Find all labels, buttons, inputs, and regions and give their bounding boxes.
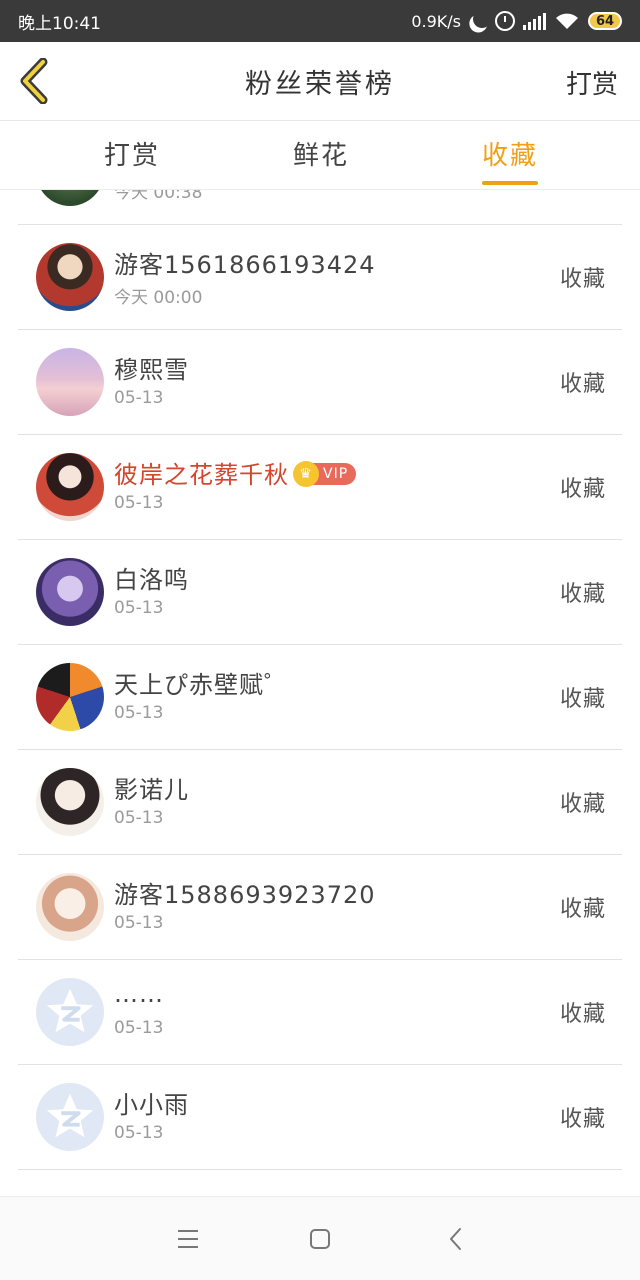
avatar — [36, 453, 104, 521]
wifi-icon — [556, 13, 578, 29]
fan-list-content: 今天 00:38 收藏 游客1561866193424 今天 00:00 收藏 … — [0, 190, 640, 1170]
list-item[interactable]: 白洛鸣 05-13 收藏 — [18, 540, 622, 645]
status-bar: 晚上10:41 0.9K/s 64 — [0, 0, 640, 42]
item-time: 05-13 — [114, 703, 164, 723]
default-avatar-icon — [46, 1093, 94, 1138]
item-time: 05-13 — [114, 598, 164, 618]
avatar — [36, 663, 104, 731]
header: 粉丝荣誉榜 打赏 — [0, 42, 640, 121]
avatar — [36, 190, 104, 206]
list-item[interactable]: 穆熙雪 05-13 收藏 — [18, 330, 622, 435]
item-action-label: 收藏 — [559, 1107, 606, 1132]
item-action-label: 收藏 — [559, 372, 606, 397]
system-navigation-bar — [0, 1196, 640, 1280]
home-square-icon — [310, 1229, 330, 1249]
item-action-label: 收藏 — [559, 1002, 606, 1027]
default-avatar — [36, 978, 104, 1046]
signal-icon — [523, 12, 546, 30]
tab-flowers[interactable]: 鲜花 — [293, 135, 349, 172]
user-name: 游客1561866193424 — [114, 251, 376, 279]
back-arrow-icon — [20, 58, 48, 104]
item-time: 05-13 — [114, 493, 164, 513]
vip-badge-label: VIP — [323, 466, 349, 482]
menu-button[interactable] — [172, 1223, 204, 1255]
avatar — [36, 243, 104, 311]
crown-icon: ♛ — [293, 461, 319, 487]
page-title: 粉丝荣誉榜 — [245, 68, 395, 100]
item-action-label: 收藏 — [559, 897, 606, 922]
user-name: 天上ぴ赤壁赋゜ — [114, 671, 289, 699]
item-time: 05-13 — [114, 388, 164, 408]
item-action-label: 收藏 — [559, 477, 606, 502]
list-item[interactable]: 影诺儿 05-13 收藏 — [18, 750, 622, 855]
item-time: 05-13 — [114, 913, 164, 933]
list-item[interactable]: …… 05-13 收藏 — [18, 960, 622, 1065]
user-name: 小小雨 — [114, 1091, 189, 1119]
list-item[interactable]: 今天 00:38 收藏 — [18, 190, 622, 225]
user-name: 游客1588693923720 — [114, 881, 376, 909]
item-action-label: 收藏 — [559, 792, 606, 817]
menu-icon — [178, 1230, 198, 1248]
user-name: 穆熙雪 — [114, 356, 189, 384]
item-action-label: 收藏 — [559, 582, 606, 607]
user-name: 白洛鸣 — [114, 566, 189, 594]
list-item[interactable]: 天上ぴ赤壁赋゜ 05-13 收藏 — [18, 645, 622, 750]
battery-indicator: 64 — [588, 12, 622, 30]
user-name-row: 彼岸之花葬千秋 ♛ VIP — [114, 455, 357, 490]
back-triangle-icon — [450, 1228, 461, 1250]
do-not-disturb-icon — [470, 7, 493, 30]
list-item[interactable]: 小小雨 05-13 收藏 — [18, 1065, 622, 1170]
item-action-label: 收藏 — [559, 267, 606, 292]
list-item[interactable]: 游客1588693923720 05-13 收藏 — [18, 855, 622, 960]
user-name: 彼岸之花葬千秋 — [114, 461, 289, 489]
alarm-icon — [495, 11, 515, 31]
tab-favorites[interactable]: 收藏 — [482, 135, 538, 172]
user-name: 影诺儿 — [114, 776, 189, 804]
back-button[interactable] — [14, 58, 54, 104]
home-button[interactable] — [304, 1223, 336, 1255]
active-tab-indicator — [482, 181, 538, 185]
item-time: 05-13 — [114, 1018, 164, 1038]
tab-reward[interactable]: 打赏 — [104, 135, 160, 172]
list-item[interactable]: 游客1561866193424 今天 00:00 收藏 — [18, 225, 622, 330]
vip-badge: ♛ VIP — [293, 461, 357, 487]
back-nav-button[interactable] — [440, 1223, 472, 1255]
avatar — [36, 768, 104, 836]
status-time: 晚上10:41 — [18, 13, 101, 34]
fan-list[interactable]: 今天 00:38 收藏 游客1561866193424 今天 00:00 收藏 … — [0, 190, 640, 1196]
reward-button[interactable]: 打赏 — [566, 64, 618, 101]
user-name: …… — [114, 980, 164, 1008]
status-icons: 0.9K/s 64 — [411, 11, 622, 31]
item-time: 今天 00:00 — [114, 288, 203, 308]
avatar — [36, 873, 104, 941]
item-time: 今天 00:38 — [114, 190, 203, 203]
default-avatar-icon — [46, 988, 94, 1033]
screen: 晚上10:41 0.9K/s 64 粉丝荣誉榜 打赏 打赏 鲜花 收藏 今天 0… — [0, 0, 640, 1280]
network-speed: 0.9K/s — [411, 11, 461, 31]
default-avatar — [36, 1083, 104, 1151]
avatar — [36, 348, 104, 416]
list-item[interactable]: 彼岸之花葬千秋 ♛ VIP 05-13 收藏 — [18, 435, 622, 540]
item-time: 05-13 — [114, 808, 164, 828]
item-action-label: 收藏 — [559, 687, 606, 712]
tab-bar: 打赏 鲜花 收藏 — [0, 121, 640, 190]
item-time: 05-13 — [114, 1123, 164, 1143]
avatar — [36, 558, 104, 626]
